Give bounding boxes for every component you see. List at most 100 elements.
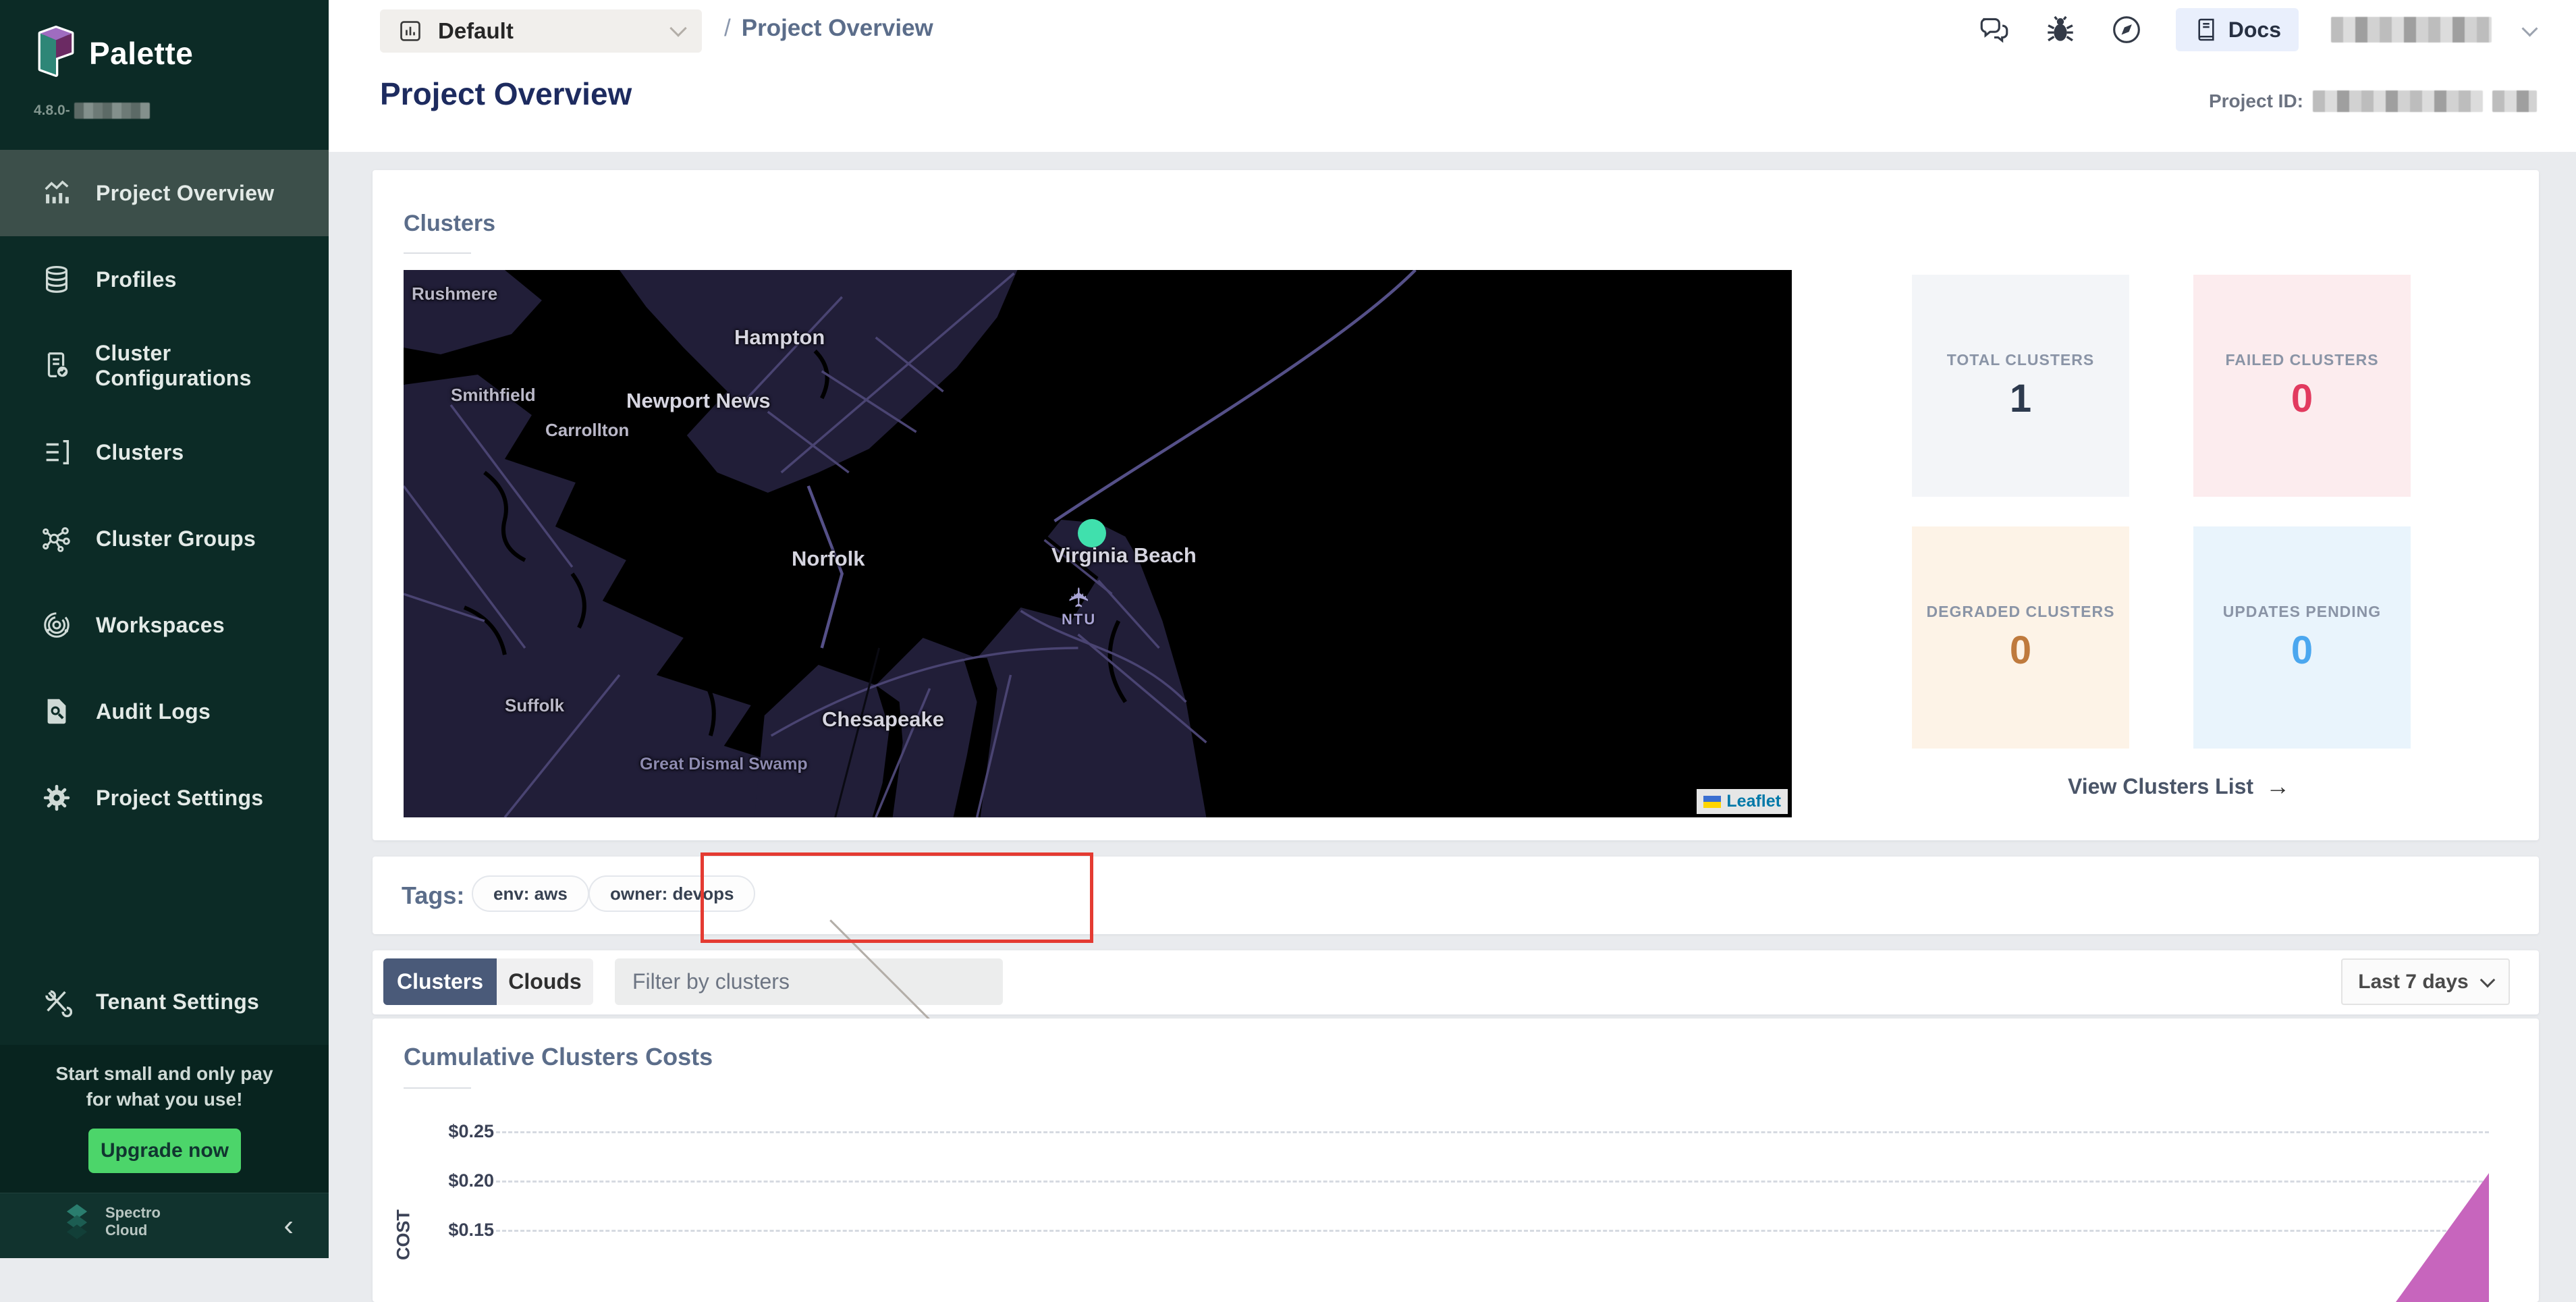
- docs-button[interactable]: Docs: [2176, 8, 2299, 51]
- map-label: Suffolk: [505, 695, 564, 716]
- sidebar-item-label: Profiles: [96, 267, 177, 292]
- user-menu-chevron-icon[interactable]: [2521, 20, 2538, 36]
- stat-label: UPDATES PENDING: [2223, 603, 2381, 621]
- stat-value: 1: [2010, 376, 2031, 421]
- spectro-cloud-logo-text: Spectro Cloud: [105, 1204, 161, 1239]
- sidebar-item-cluster-configurations[interactable]: Cluster Configurations: [0, 323, 329, 409]
- upgrade-now-button[interactable]: Upgrade now: [88, 1129, 241, 1173]
- document-search-icon: [40, 695, 73, 728]
- map-label: Virginia Beach: [1051, 543, 1197, 568]
- spectro-cloud-logo: Spectro Cloud: [59, 1203, 161, 1241]
- breadcrumb-current[interactable]: Project Overview: [742, 15, 933, 42]
- date-range-selector[interactable]: Last 7 days: [2341, 958, 2510, 1005]
- upsell-text: Start small and only pay for what you us…: [0, 1061, 329, 1112]
- chevron-down-icon: [2479, 972, 2495, 987]
- stat-label: FAILED CLUSTERS: [2225, 351, 2378, 369]
- map-label: Great Dismal Swamp: [640, 755, 808, 774]
- upsell-banner: Start small and only pay for what you us…: [0, 1045, 329, 1193]
- tag-pill-env-aws[interactable]: env: aws: [472, 875, 589, 912]
- sidebar-item-tenant-settings[interactable]: Tenant Settings: [0, 958, 329, 1045]
- clusters-map[interactable]: Rushmere Hampton Smithfield Newport News…: [404, 270, 1792, 817]
- tag-pill-owner-devops[interactable]: owner: devops: [588, 875, 755, 912]
- spectro-cloud-logo-icon: [59, 1203, 94, 1241]
- sidebar-collapse-button[interactable]: ‹: [283, 1210, 294, 1242]
- view-clusters-list-label: View Clusters List: [2068, 774, 2253, 799]
- chevron-down-icon: [669, 20, 686, 36]
- document-check-icon: [40, 350, 72, 382]
- sidebar-item-cluster-groups[interactable]: Cluster Groups: [0, 495, 329, 582]
- cumulative-costs-card: Cumulative Clusters Costs $0.25 $0.20 $0…: [373, 1019, 2539, 1302]
- stat-value: 0: [2291, 376, 2313, 421]
- map-label: Rushmere: [412, 283, 497, 304]
- tools-icon: [40, 985, 73, 1018]
- map-label: Norfolk: [792, 547, 865, 571]
- sidebar-item-clusters[interactable]: Clusters: [0, 409, 329, 495]
- mini-chart-icon: [398, 18, 423, 44]
- sidebar-item-label: Workspaces: [96, 613, 225, 638]
- sidebar-nav: Project Overview Profiles: [0, 150, 329, 841]
- stat-label: TOTAL CLUSTERS: [1947, 351, 2094, 369]
- project-id-label: Project ID:: [2209, 90, 2303, 112]
- stat-value: 0: [2291, 628, 2313, 673]
- ukraine-flag-icon: [1703, 796, 1721, 808]
- main-area: Default / Project Overview: [329, 0, 2576, 1257]
- tags-label: Tags:: [402, 881, 464, 910]
- palette-logo-icon: [36, 26, 76, 80]
- palette-logo: Palette: [36, 26, 193, 80]
- map-label: Chesapeake: [822, 707, 944, 732]
- date-range-value: Last 7 days: [2358, 971, 2468, 994]
- map-label: Carrollton: [545, 420, 629, 441]
- stat-card-updates-pending: UPDATES PENDING 0: [2193, 526, 2411, 749]
- page-title: Project Overview: [380, 76, 632, 112]
- project-selector-value: Default: [438, 18, 657, 44]
- airplane-icon: ✈: [1064, 586, 1095, 609]
- title-divider: [404, 252, 471, 254]
- orbit-icon: [40, 609, 73, 641]
- palette-logo-text: Palette: [89, 35, 193, 72]
- cost-area-series: [2396, 1173, 2489, 1302]
- redacted-version: [74, 103, 150, 119]
- sidebar-item-workspaces[interactable]: Workspaces: [0, 582, 329, 668]
- bug-icon[interactable]: [2044, 13, 2077, 47]
- clusters-card-title: Clusters: [404, 211, 495, 237]
- redacted-project-id-suffix: [2492, 90, 2537, 112]
- map-label: Hampton: [734, 325, 825, 350]
- stat-card-failed-clusters: FAILED CLUSTERS 0: [2193, 275, 2411, 497]
- sidebar-item-label: Audit Logs: [96, 699, 211, 724]
- sidebar-item-audit-logs[interactable]: Audit Logs: [0, 668, 329, 755]
- stat-card-total-clusters: TOTAL CLUSTERS 1: [1912, 275, 2129, 497]
- filter-by-clusters-select[interactable]: Filter by clusters: [615, 958, 1003, 1005]
- sidebar-item-profiles[interactable]: Profiles: [0, 236, 329, 323]
- breadcrumb-separator: /: [724, 15, 731, 42]
- project-selector[interactable]: Default: [380, 9, 702, 53]
- gear-icon: [40, 782, 73, 814]
- docs-button-label: Docs: [2228, 18, 2281, 43]
- sidebar-item-project-overview[interactable]: Project Overview: [0, 150, 329, 236]
- tab-clusters[interactable]: Clusters: [383, 958, 497, 1005]
- sidebar-item-label: Cluster Configurations: [95, 341, 329, 391]
- sidebar-item-label: Clusters: [96, 440, 184, 465]
- sidebar-item-label: Tenant Settings: [96, 989, 259, 1014]
- view-clusters-list-link[interactable]: View Clusters List →: [2068, 772, 2290, 801]
- breadcrumb: / Project Overview: [724, 15, 933, 42]
- cluster-marker[interactable]: [1078, 519, 1106, 547]
- leaflet-attribution[interactable]: Leaflet: [1697, 789, 1788, 814]
- stat-card-degraded-clusters: DEGRADED CLUSTERS 0: [1912, 526, 2129, 749]
- arrow-right-icon: →: [2266, 772, 2290, 801]
- filter-bar: Clusters Clouds Filter by clusters Last …: [373, 950, 2539, 1014]
- bar-chart-icon: [40, 177, 73, 209]
- stat-value: 0: [2010, 628, 2031, 673]
- database-icon: [40, 263, 73, 296]
- book-icon: [2193, 17, 2219, 43]
- compass-icon[interactable]: [2110, 13, 2143, 47]
- clusters-card: Clusters: [373, 170, 2539, 840]
- sidebar-item-label: Cluster Groups: [96, 526, 256, 551]
- redacted-project-id: [2313, 90, 2483, 112]
- sidebar-footer: Spectro Cloud ‹: [0, 1193, 329, 1258]
- sidebar-item-project-settings[interactable]: Project Settings: [0, 755, 329, 841]
- redacted-username[interactable]: [2331, 17, 2492, 43]
- cost-area-chart: [373, 1019, 2539, 1302]
- filter-placeholder: Filter by clusters: [632, 969, 808, 994]
- tab-clouds[interactable]: Clouds: [497, 958, 593, 1005]
- chat-icon[interactable]: [1977, 13, 2011, 47]
